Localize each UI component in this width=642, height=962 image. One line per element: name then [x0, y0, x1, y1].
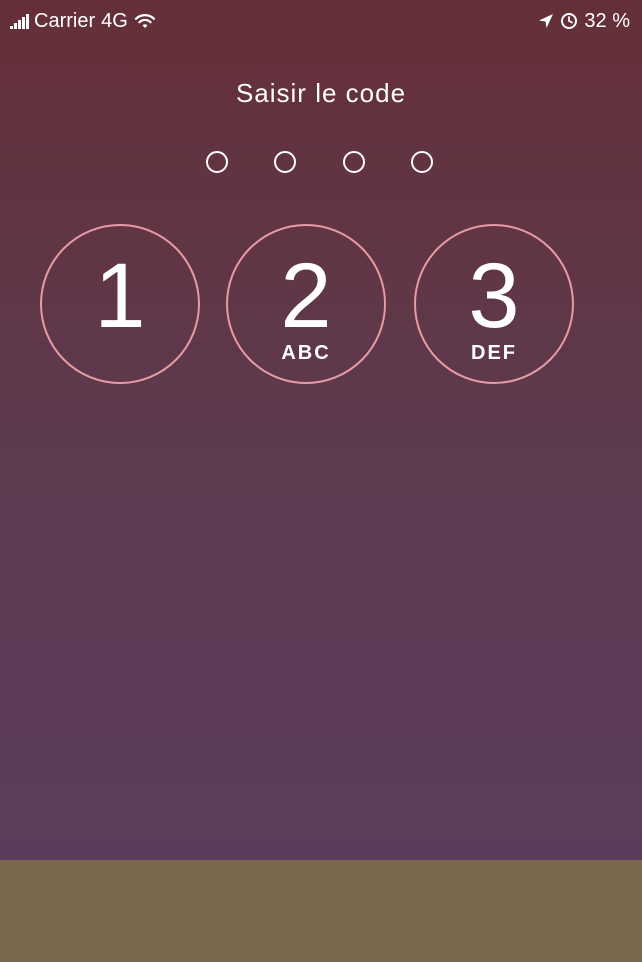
alarm-clock-icon [561, 13, 578, 29]
network-label: 4G [101, 9, 128, 32]
code-dot [411, 151, 433, 173]
code-dot [343, 151, 365, 173]
status-right: 32 % [538, 9, 630, 33]
battery-label: 32 % [584, 9, 630, 32]
key-digit: 3 [468, 245, 520, 347]
code-dot [274, 151, 296, 173]
key-letters: DEF [471, 342, 517, 364]
key-2-button[interactable]: 2 ABC [226, 224, 386, 384]
carrier-label: Carrier [34, 9, 96, 32]
signal-icon [10, 13, 30, 29]
passcode-screen: Carrier 4G 32 % Saisir le code 1 2 ABC 3… [0, 0, 642, 962]
wifi-icon [134, 14, 155, 28]
page-title: Saisir le code [235, 78, 407, 108]
code-dot [206, 151, 228, 173]
location-arrow-icon [539, 14, 554, 28]
key-digit: 2 [280, 245, 332, 347]
bottom-bar [0, 860, 642, 962]
status-bar: Carrier 4G 32 % [0, 0, 642, 40]
key-digit: 1 [94, 245, 146, 347]
key-letters: ABC [281, 342, 331, 364]
status-left: Carrier 4G [10, 9, 156, 33]
key-1-button[interactable]: 1 [40, 224, 200, 384]
passcode-indicator [206, 151, 436, 175]
key-3-button[interactable]: 3 DEF [414, 224, 574, 384]
